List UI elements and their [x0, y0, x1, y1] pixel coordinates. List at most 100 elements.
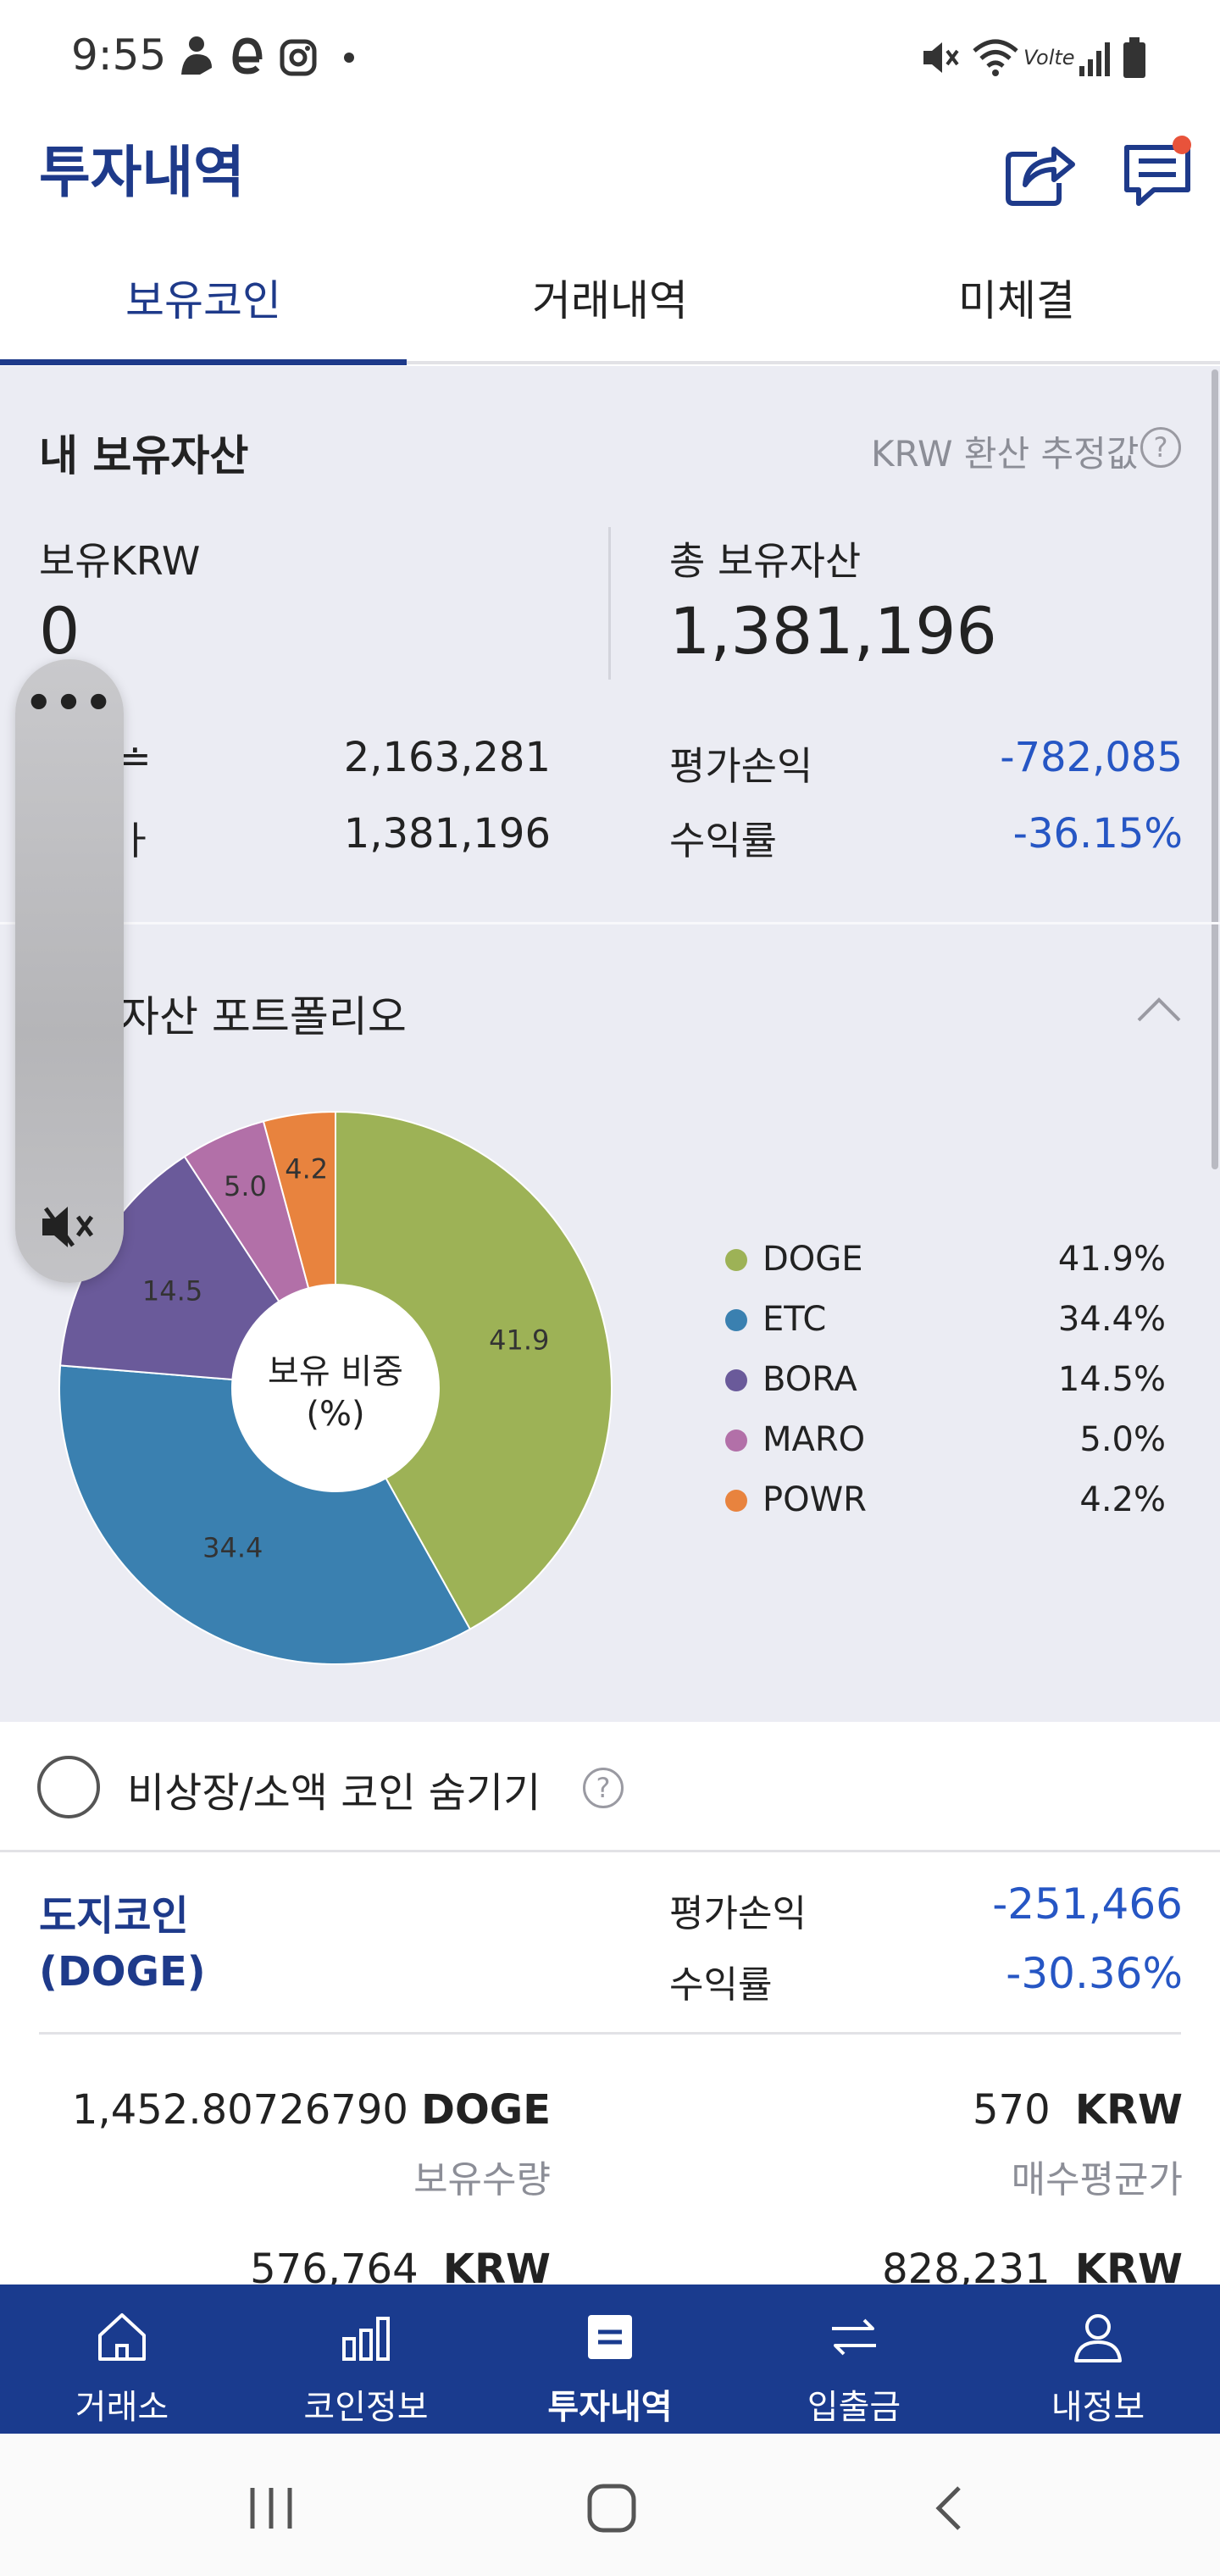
- help-icon[interactable]: ?: [583, 1768, 624, 1808]
- legend-percent: 34.4%: [1057, 1300, 1166, 1339]
- scrollbar[interactable]: [1212, 369, 1218, 1169]
- row-divider: [39, 2032, 1181, 2035]
- hide-small-coins-row[interactable]: 비상장/소액 코인 숨기기 ?: [0, 1722, 1220, 1852]
- portfolio-title: 자산 포트폴리오: [120, 992, 407, 1041]
- assets-title: 내 보유자산: [39, 431, 249, 480]
- column-divider: [608, 527, 611, 680]
- krw-estimate-note: KRW 환산 추정값: [871, 433, 1140, 475]
- help-icon[interactable]: ?: [1140, 427, 1181, 468]
- notification-dot: [1173, 136, 1191, 154]
- share-icon[interactable]: [1001, 136, 1078, 212]
- chevron-up-icon[interactable]: [1135, 993, 1183, 1024]
- avg-buy-price: 570 KRW: [762, 2086, 1183, 2134]
- pnl-value: -782,085: [1000, 734, 1183, 781]
- tab-transactions[interactable]: 거래내역: [407, 254, 813, 364]
- nav-label: 내정보: [1051, 2388, 1145, 2427]
- volte-icon: Volte: [1023, 46, 1075, 69]
- mute-icon: [923, 42, 959, 73]
- nav-coin-info[interactable]: 코인정보: [244, 2285, 488, 2434]
- status-bar: 9:55 Volte: [0, 0, 1220, 110]
- person-icon: [181, 36, 212, 75]
- system-nav-bar: [0, 2434, 1220, 2576]
- pnl-label: 평가손익: [669, 743, 813, 789]
- krw-label: 보유KRW: [39, 538, 201, 584]
- bar-chart-icon: [342, 2317, 390, 2361]
- tab-holdings[interactable]: 보유코인: [0, 254, 407, 364]
- instagram-icon: [280, 39, 317, 76]
- holding-quantity-label: 보유수량: [413, 2158, 551, 2201]
- list-icon: [588, 2315, 632, 2359]
- nav-investment-history[interactable]: 투자내역: [488, 2285, 732, 2434]
- nav-my-info[interactable]: 내정보: [976, 2285, 1220, 2434]
- page-title: 투자내역: [39, 140, 245, 205]
- rate-label: 수익률: [669, 818, 777, 863]
- tab-pending-orders[interactable]: 미체결: [813, 254, 1220, 364]
- home-button-icon[interactable]: [585, 2481, 639, 2535]
- avg-buy-price-unit: KRW: [1074, 2086, 1183, 2134]
- transfer-icon: [832, 2318, 876, 2356]
- holding-quantity: 1,452.80726790 DOGE: [51, 2086, 551, 2134]
- nav-label: 코인정보: [303, 2388, 429, 2427]
- more-icon[interactable]: •••: [15, 678, 124, 729]
- home-icon: [98, 2313, 146, 2361]
- coin-name[interactable]: 도지코인 (DOGE): [39, 1888, 206, 2000]
- eval-label-partial: ㅏ: [119, 818, 155, 863]
- dot-icon: [344, 53, 354, 63]
- total-assets-label: 총 보유자산: [669, 538, 862, 584]
- wifi-icon: [973, 39, 1018, 76]
- legend-percent: 5.0%: [1079, 1420, 1166, 1459]
- legend-swatch: [725, 1309, 747, 1331]
- hide-small-coins-radio[interactable]: [37, 1756, 100, 1818]
- krw-value: 0: [39, 593, 80, 669]
- legend-item: MARO 5.0%: [725, 1414, 1166, 1475]
- coin-name-korean: 도지코인: [39, 1892, 189, 1940]
- total-eval-value: 1,381,196: [343, 810, 551, 858]
- legend-percent: 4.2%: [1079, 1480, 1166, 1519]
- legend-name: DOGE: [762, 1240, 863, 1279]
- recent-apps-icon[interactable]: [247, 2484, 298, 2532]
- total-purchase-value: 2,163,281: [343, 734, 551, 781]
- nav-label: 거래소: [75, 2388, 169, 2427]
- back-icon[interactable]: [932, 2483, 966, 2534]
- legend-name: BORA: [762, 1360, 857, 1399]
- hide-small-coins-label: 비상장/소액 코인 숨기기: [127, 1769, 541, 1817]
- chart-legend: DOGE 41.9% ETC 34.4% BORA 14.5% MARO 5.0…: [0, 1234, 1220, 1556]
- holding-quantity-unit: DOGE: [421, 2086, 551, 2134]
- legend-item: ETC 34.4%: [725, 1294, 1166, 1355]
- nav-label: 투자내역: [547, 2388, 673, 2427]
- active-tab-indicator: [0, 359, 407, 365]
- legend-percent: 14.5%: [1057, 1360, 1166, 1399]
- legend-item: BORA 14.5%: [725, 1354, 1166, 1415]
- legend-name: ETC: [762, 1300, 827, 1339]
- legend-name: POWR: [762, 1480, 867, 1519]
- legend-swatch: [725, 1430, 747, 1452]
- status-time: 9:55: [71, 31, 167, 80]
- coin-rate-label: 수익률: [669, 1963, 773, 2007]
- legend-name: MARO: [762, 1420, 866, 1459]
- rate-value: -36.15%: [1012, 810, 1183, 858]
- coin-pnl-value: -251,466: [992, 1879, 1183, 1929]
- floating-side-panel[interactable]: •••: [15, 659, 124, 1283]
- nav-label: 입출금: [807, 2388, 901, 2427]
- tab-bar: 보유코인 거래내역 미체결: [0, 254, 1220, 364]
- slice-label-powr: 4.2: [285, 1152, 328, 1185]
- person-icon: [1074, 2314, 1122, 2362]
- avg-buy-price-label: 매수평균가: [1011, 2158, 1183, 2201]
- legend-swatch: [725, 1490, 747, 1512]
- nav-deposit-withdraw[interactable]: 입출금: [732, 2285, 976, 2434]
- legend-percent: 41.9%: [1057, 1240, 1166, 1279]
- total-assets-value: 1,381,196: [669, 593, 997, 669]
- legend-swatch: [725, 1249, 747, 1271]
- bottom-nav: 거래소 코인정보 투자내역 입출금 내정보: [0, 2285, 1220, 2434]
- avg-buy-price-value: 570: [973, 2086, 1051, 2134]
- battery-icon: [1123, 37, 1145, 78]
- nav-exchange[interactable]: 거래소: [0, 2285, 244, 2434]
- section-divider: [0, 922, 1220, 924]
- mute-icon[interactable]: [39, 1202, 100, 1252]
- coin-ticker: (DOGE): [39, 1948, 206, 1996]
- coin-rate-value: -30.36%: [1006, 1949, 1183, 1998]
- legend-item: DOGE 41.9%: [725, 1234, 1166, 1295]
- holding-quantity-value: 1,452.80726790: [71, 2086, 408, 2134]
- signal-icon: [1079, 42, 1110, 76]
- coin-pnl-label: 평가손익: [669, 1892, 807, 1935]
